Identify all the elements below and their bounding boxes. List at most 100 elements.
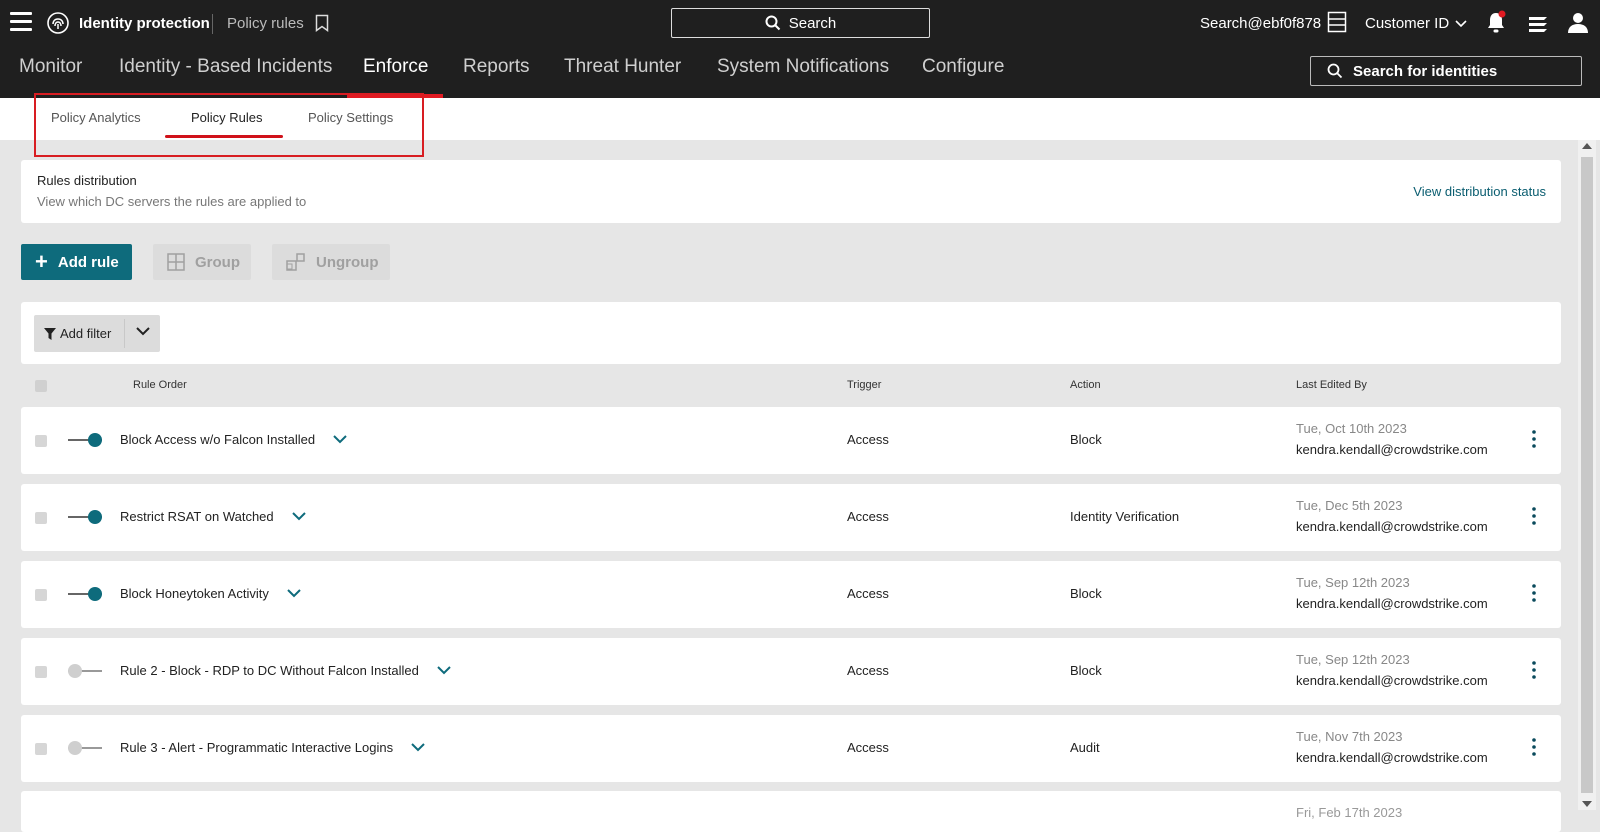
rule-edited-date: Tue, Dec 5th 2023 [1296, 498, 1403, 513]
rule-enabled-toggle[interactable] [68, 510, 102, 524]
search-label: Search [788, 14, 837, 32]
rule-editor: kendra.kendall@crowdstrike.com [1296, 519, 1488, 534]
scroll-up-arrow-icon[interactable] [1582, 143, 1592, 149]
scrollbar-thumb[interactable] [1581, 157, 1593, 793]
fingerprint-logo-icon [47, 12, 69, 34]
chevron-down-icon[interactable] [411, 743, 425, 752]
header-rule-order[interactable]: Rule Order [133, 379, 187, 391]
add-rule-label: Add rule [57, 253, 119, 271]
rule-editor: kendra.kendall@crowdstrike.com [1296, 750, 1488, 765]
notifications-bell-icon[interactable] [1485, 10, 1507, 34]
more-options-icon[interactable] [1532, 507, 1536, 525]
row-checkbox[interactable] [35, 743, 47, 755]
rule-edited-date: Tue, Nov 7th 2023 [1296, 729, 1403, 744]
rule-edited-date: Tue, Sep 12th 2023 [1296, 575, 1410, 590]
vertical-scrollbar[interactable] [1578, 140, 1596, 810]
row-checkbox[interactable] [35, 589, 47, 601]
annotation-highlight-box [34, 93, 424, 157]
nav-item-reports[interactable]: Reports [463, 56, 530, 78]
rule-edited-date: Fri, Feb 17th 2023 [1296, 805, 1403, 820]
select-all-checkbox[interactable] [35, 380, 47, 392]
rule-enabled-toggle[interactable] [68, 433, 102, 447]
row-checkbox[interactable] [35, 512, 47, 524]
filter-icon [44, 327, 56, 340]
table-row[interactable]: Rule 2 - Block - RDP to DC Without Falco… [21, 638, 1561, 705]
breadcrumb: Policy rules [227, 15, 304, 32]
table-row[interactable]: Block Honeytoken Activity Access Block T… [21, 561, 1561, 628]
app-title: Identity protection [79, 15, 210, 32]
add-filter-button[interactable]: Add filter [34, 315, 160, 352]
top-bar: Identity protection Policy rules Search … [0, 0, 1600, 46]
row-checkbox[interactable] [35, 435, 47, 447]
table-row[interactable]: Block Access w/o Falcon Installed Access… [21, 407, 1561, 474]
table-row[interactable]: Restrict RSAT on Watched Access Identity… [21, 484, 1561, 551]
table-row[interactable]: Fri, Feb 17th 2023 [21, 791, 1561, 832]
customer-id-dropdown[interactable]: Customer ID [1365, 15, 1467, 32]
rule-action: Audit [1070, 740, 1100, 755]
bookmark-icon[interactable] [315, 14, 329, 32]
chevron-down-icon[interactable] [291, 512, 306, 521]
nav-item-monitor[interactable]: Monitor [19, 56, 82, 78]
more-options-icon[interactable] [1532, 584, 1536, 602]
group-button[interactable]: Group [153, 244, 251, 280]
rule-trigger: Access [847, 586, 889, 601]
header-action[interactable]: Action [1070, 379, 1101, 391]
title-divider [212, 14, 213, 34]
ungroup-icon [286, 253, 305, 271]
identity-search-placeholder: Search for identities [1353, 62, 1498, 80]
customer-id-label: Customer ID [1365, 15, 1450, 32]
chevron-down-icon[interactable] [333, 435, 347, 444]
rule-name: Rule 2 - Block - RDP to DC Without Falco… [120, 663, 419, 678]
distribution-title: Rules distribution [37, 173, 137, 188]
search-icon [765, 15, 780, 31]
chevron-down-icon[interactable] [437, 666, 451, 675]
rule-trigger: Access [847, 509, 889, 524]
server-icon[interactable] [1327, 11, 1347, 33]
rule-name: Restrict RSAT on Watched [120, 509, 274, 524]
nav-item-identity-based-incidents[interactable]: Identity - Based Incidents [119, 56, 332, 78]
add-rule-button[interactable]: + Add rule [21, 244, 132, 280]
rule-edited-date: Tue, Oct 10th 2023 [1296, 421, 1407, 436]
chevron-down-icon[interactable] [287, 589, 301, 598]
more-options-icon[interactable] [1532, 430, 1536, 448]
rule-enabled-toggle[interactable] [68, 664, 102, 678]
profile-icon[interactable] [1566, 10, 1590, 34]
row-checkbox[interactable] [35, 666, 47, 678]
nav-item-enforce[interactable]: Enforce [363, 56, 428, 78]
filter-panel: Add filter [21, 302, 1561, 364]
user-account[interactable]: Search@ebf0f878 [1200, 15, 1321, 32]
identity-search-input[interactable]: Search for identities [1310, 56, 1582, 86]
more-options-icon[interactable] [1532, 738, 1536, 756]
rule-action: Identity Verification [1070, 509, 1180, 524]
nav-item-configure[interactable]: Configure [922, 56, 1004, 78]
add-filter-label: Add filter [60, 326, 112, 341]
more-options-icon[interactable] [1532, 661, 1536, 679]
chevron-down-icon[interactable] [136, 327, 150, 336]
table-row[interactable]: Rule 3 - Alert - Programmatic Interactiv… [21, 715, 1561, 782]
search-icon [1327, 63, 1343, 79]
rule-editor: kendra.kendall@crowdstrike.com [1296, 596, 1488, 611]
rule-editor: kendra.kendall@crowdstrike.com [1296, 673, 1488, 688]
scroll-down-arrow-icon[interactable] [1582, 801, 1592, 807]
header-trigger[interactable]: Trigger [847, 379, 881, 391]
rule-enabled-toggle[interactable] [68, 587, 102, 601]
rule-action: Block [1070, 663, 1102, 678]
rule-name: Block Honeytoken Activity [120, 586, 269, 601]
rule-name: Rule 3 - Alert - Programmatic Interactiv… [120, 740, 394, 755]
table-header: Rule Order Trigger Action Last Edited By [21, 372, 1561, 402]
rule-name: Block Access w/o Falcon Installed [120, 432, 316, 447]
stack-icon[interactable] [1526, 11, 1550, 35]
rule-trigger: Access [847, 432, 889, 447]
global-search-button[interactable]: Search [671, 8, 930, 38]
filter-divider [124, 319, 125, 348]
header-last-edited-by[interactable]: Last Edited By [1296, 379, 1367, 391]
view-distribution-status-link[interactable]: View distribution status [1413, 184, 1546, 199]
rule-enabled-toggle[interactable] [68, 741, 102, 755]
hamburger-menu-icon[interactable] [10, 12, 32, 32]
chevron-down-icon [1455, 19, 1467, 27]
nav-item-threat-hunter[interactable]: Threat Hunter [564, 56, 681, 78]
rule-action: Block [1070, 586, 1102, 601]
group-label: Group [195, 253, 240, 271]
ungroup-button[interactable]: Ungroup [272, 244, 390, 280]
nav-item-system-notifications[interactable]: System Notifications [717, 56, 889, 78]
